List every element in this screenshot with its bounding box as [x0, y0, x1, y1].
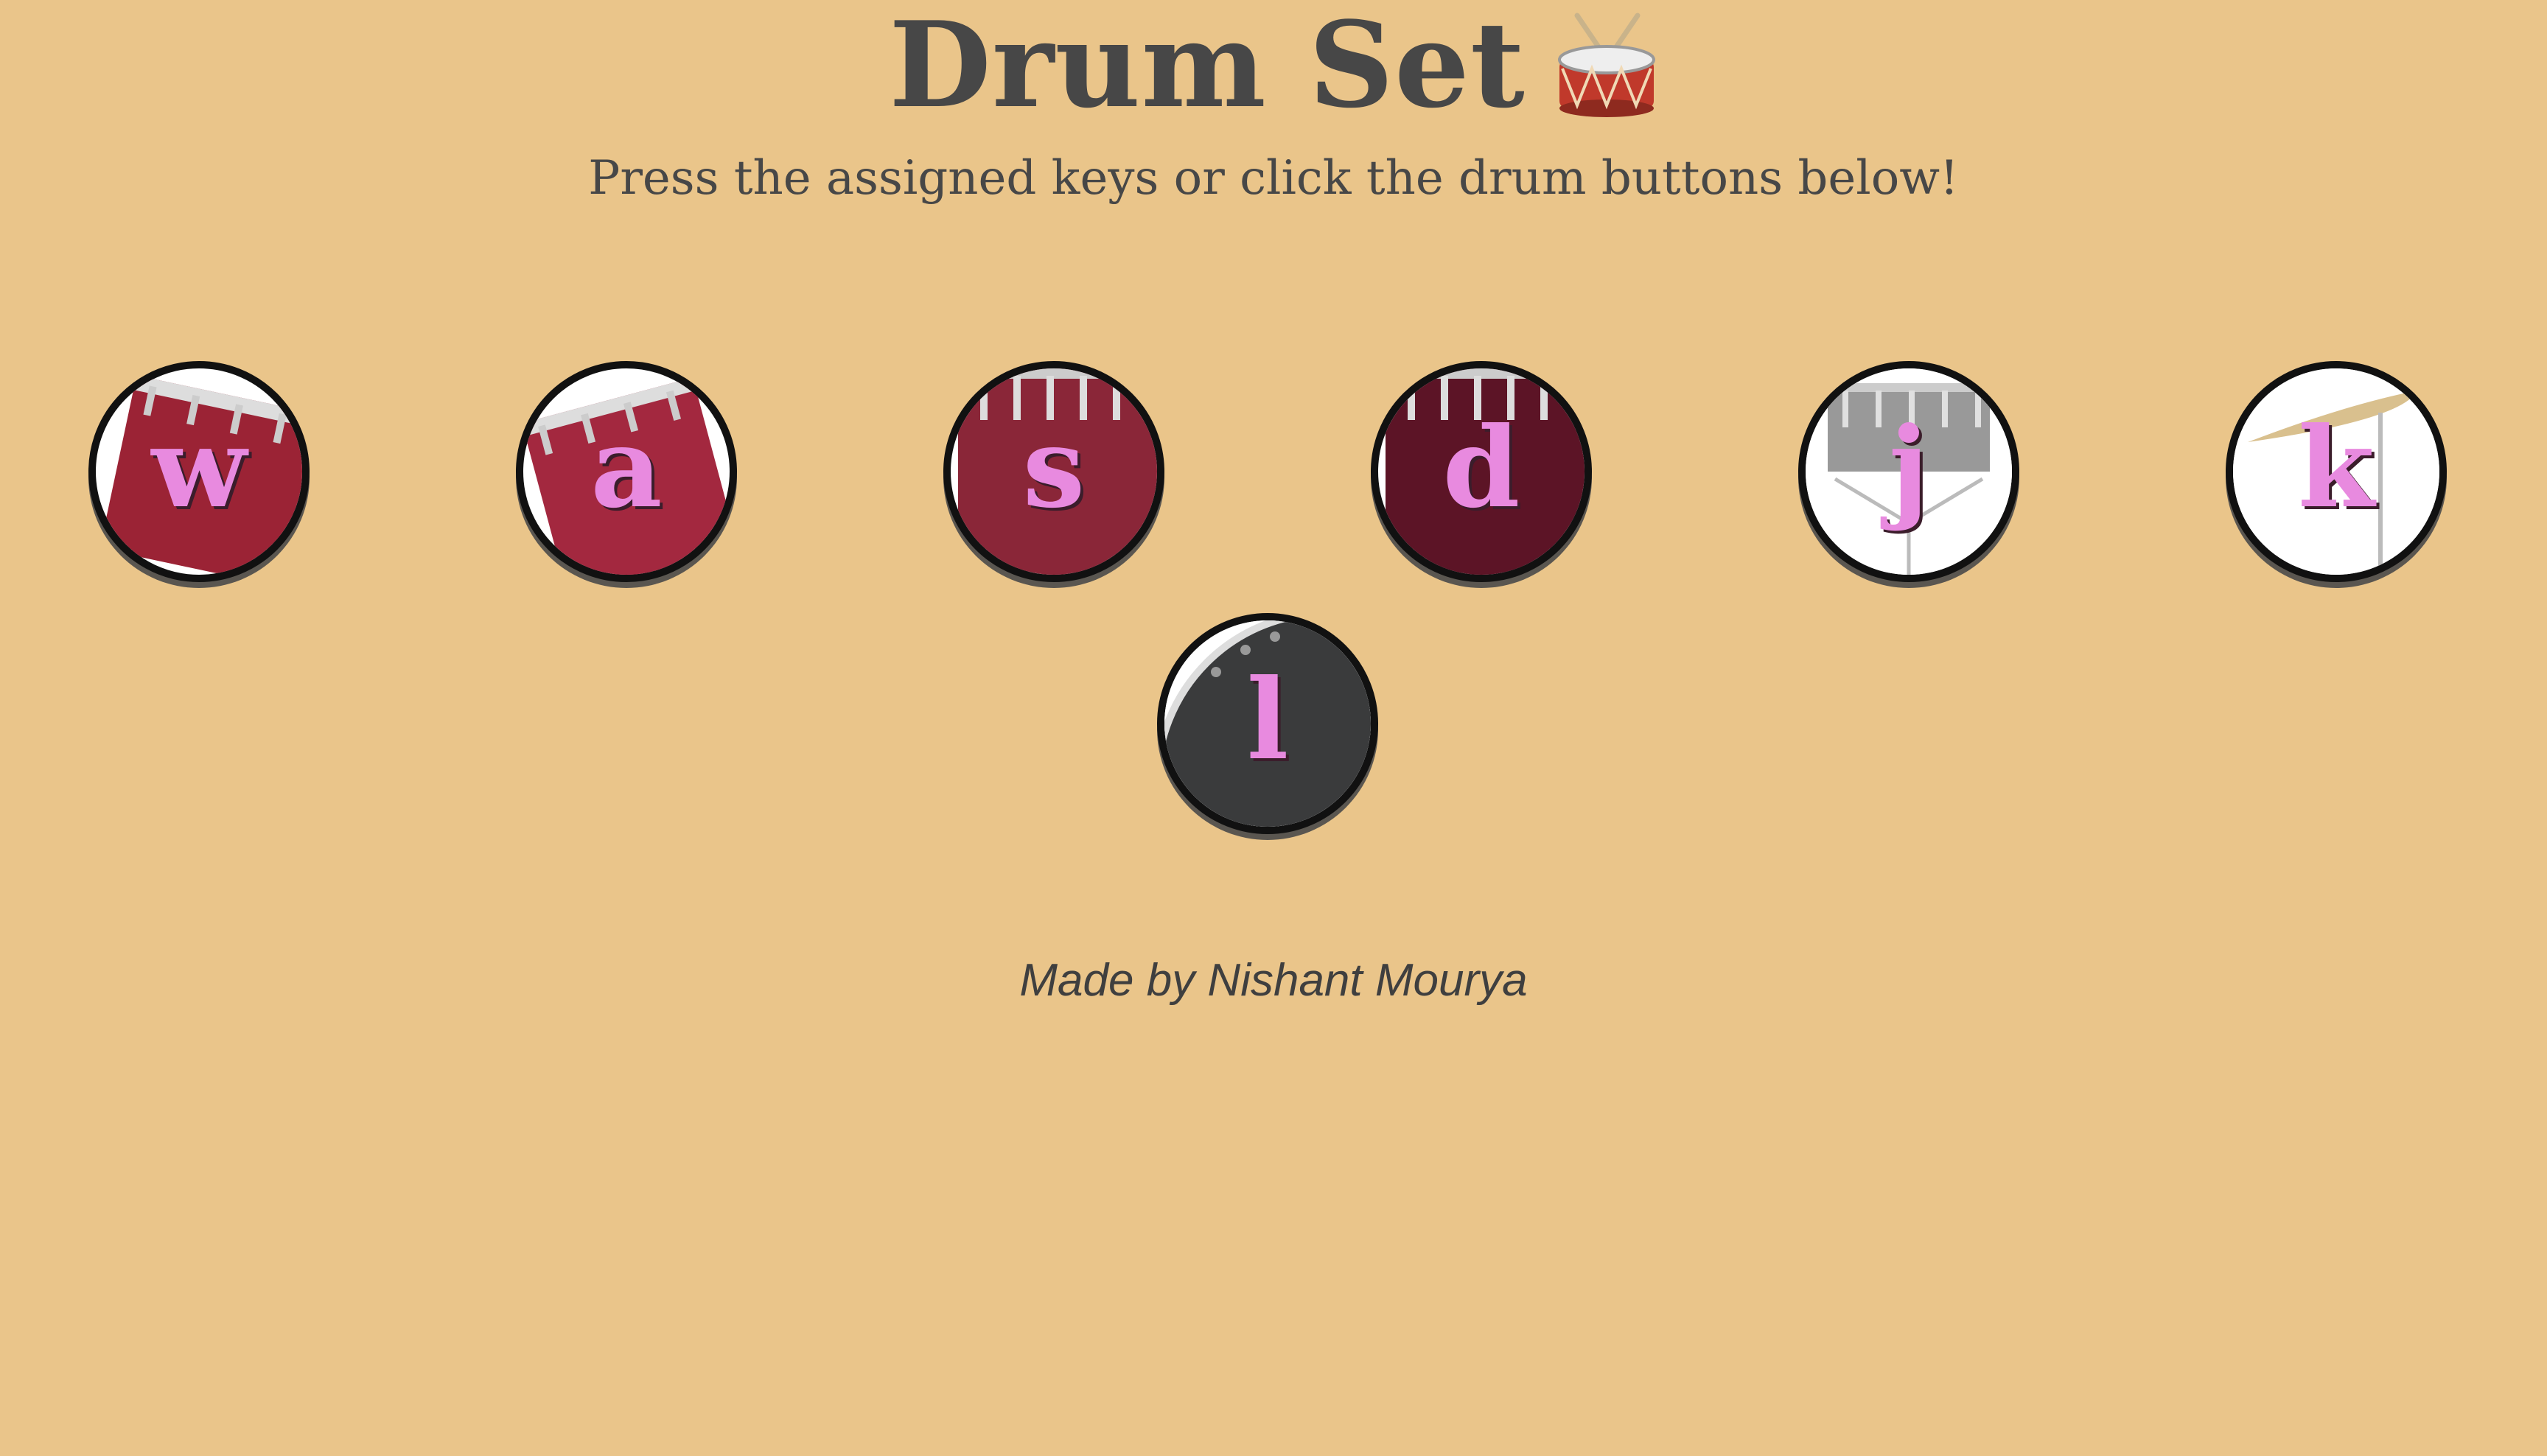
drum-emoji-icon	[1555, 10, 1658, 120]
drum-key-label: k	[2298, 403, 2375, 533]
header: Drum Set	[0, 0, 2547, 129]
drum-button-s[interactable]: s	[943, 361, 1164, 582]
page-subtitle: Press the assigned keys or click the dru…	[588, 151, 1959, 206]
page-title: Drum Set	[889, 0, 1526, 134]
drum-button-k[interactable]: k	[2226, 361, 2447, 582]
drum-key-label: l	[1246, 655, 1289, 785]
drum-button-l[interactable]: l	[1157, 613, 1378, 834]
drum-key-label: w	[151, 403, 247, 533]
drum-button-a[interactable]: a	[516, 361, 737, 582]
drum-button-j[interactable]: j	[1798, 361, 2019, 582]
drum-key-label: j	[1888, 403, 1929, 533]
drum-key-label: d	[1442, 403, 1520, 533]
drum-key-label: s	[1022, 403, 1086, 533]
drum-button-d[interactable]: d	[1371, 361, 1592, 582]
drum-button-w[interactable]: w	[88, 361, 310, 582]
footer-credit: Made by Nishant Mourya	[1019, 955, 1528, 1006]
drum-key-label: a	[590, 403, 663, 533]
